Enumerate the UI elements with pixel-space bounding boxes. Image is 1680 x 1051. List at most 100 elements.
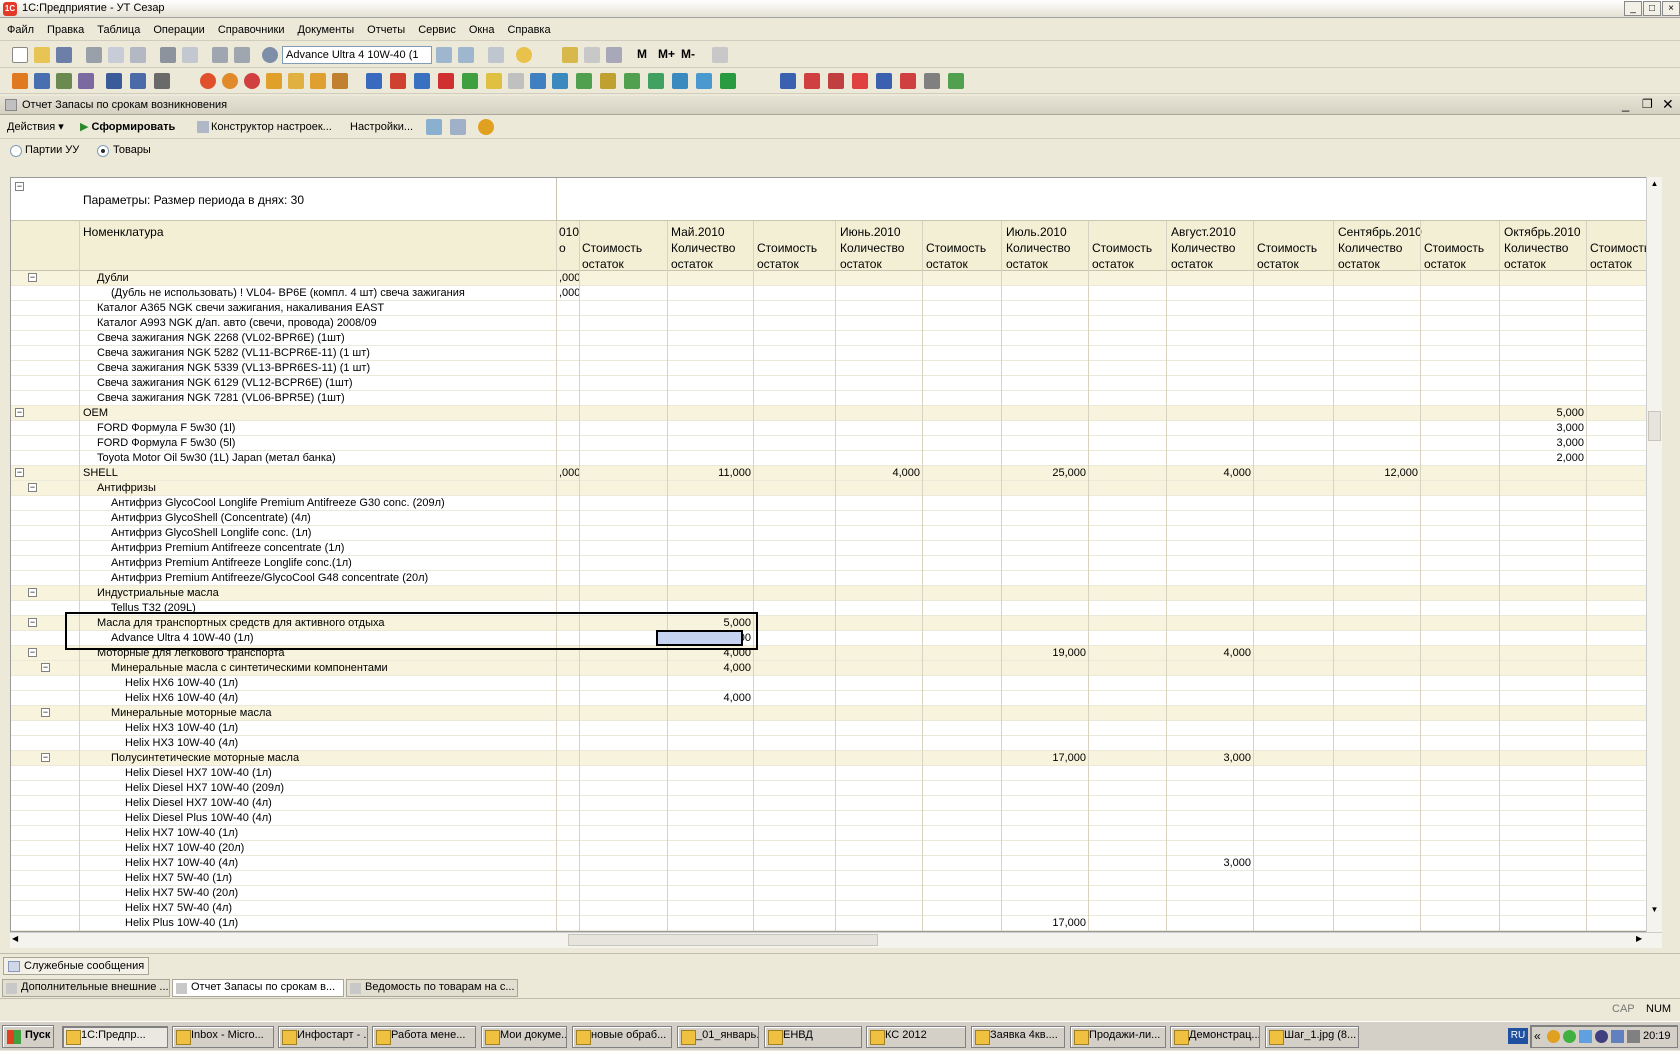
menu-table[interactable]: Таблица [90, 19, 146, 41]
mem-plus-button[interactable]: M+ [658, 47, 675, 61]
cash-icon[interactable] [288, 73, 304, 89]
col-month[interactable]: Сентябрь.2010 [1338, 224, 1422, 240]
table-row[interactable]: Антифриз GlycoShell (Concentrate) (4л) [11, 511, 1655, 526]
taskbar-task[interactable]: КС 2012 [866, 1026, 966, 1048]
group-row[interactable]: − Дубли ,000 [11, 271, 1655, 286]
sales-icon[interactable] [200, 73, 216, 89]
table-row[interactable]: Антифриз Premium Antifreeze Longlife con… [11, 556, 1655, 571]
selected-cell[interactable] [656, 630, 743, 646]
taskbar-task[interactable]: Продажи-ли... [1070, 1026, 1166, 1048]
table-row[interactable]: Helix HX7 5W-40 (1л) [11, 871, 1655, 886]
menu-edit[interactable]: Правка [40, 19, 90, 41]
table-row[interactable]: Свеча зажигания NGK 6129 (VL12-BCPR6E) (… [11, 376, 1655, 391]
contacts-icon[interactable] [804, 73, 820, 89]
table-row[interactable]: Helix HX7 10W-40 (1л) [11, 826, 1655, 841]
table-row[interactable]: Toyota Motor Oil 5w30 (1L) Japan (метал … [11, 451, 1655, 466]
price-icon[interactable] [486, 73, 502, 89]
maximize-button[interactable]: □ [1643, 1, 1661, 16]
table-row[interactable]: Свеча зажигания NGK 7281 (VL06-BPR5E) (1… [11, 391, 1655, 406]
calendar-icon[interactable] [562, 47, 578, 63]
report-close-button[interactable]: ✕ [1662, 96, 1674, 113]
row-qty-value[interactable]: 11,000 [667, 467, 751, 480]
row-qty-value[interactable]: 4,000 [667, 662, 751, 675]
table-row[interactable]: Helix HX7 10W-40 (4л) 3,000 [11, 856, 1655, 871]
taskbar-task[interactable]: Inbox - Micro... [172, 1026, 274, 1048]
radio-batches[interactable] [10, 145, 22, 157]
group-row[interactable]: − OEM 5,000 [11, 406, 1655, 421]
report-icon[interactable] [508, 73, 524, 89]
tray-misc-icon[interactable] [1627, 1030, 1640, 1043]
collapse-icon[interactable]: − [15, 468, 24, 477]
table-row[interactable]: Helix HX3 10W-40 (4л) [11, 736, 1655, 751]
minimize-button[interactable]: _ [1624, 1, 1642, 16]
table-row[interactable]: Каталог A993 NGK д/ап. авто (свечи, пров… [11, 316, 1655, 331]
save-icon[interactable] [56, 47, 72, 63]
col-month[interactable]: Июль.2010 [1006, 224, 1067, 240]
warehouse-icon[interactable] [366, 73, 382, 89]
collapse-icon[interactable]: − [28, 273, 37, 282]
tools-icon[interactable] [606, 47, 622, 63]
tray-app-icon[interactable] [1547, 1030, 1560, 1043]
table-row[interactable]: Helix HX6 10W-40 (1л) [11, 676, 1655, 691]
actions-menu-button[interactable]: Действия ▾ [3, 118, 68, 136]
exchange-icon[interactable] [106, 73, 122, 89]
menu-documents[interactable]: Документы [290, 19, 360, 41]
tasks-icon[interactable] [852, 73, 868, 89]
collapse-icon[interactable]: − [28, 588, 37, 597]
report-minimize-button[interactable]: _ [1622, 97, 1629, 112]
table-row[interactable]: Helix HX3 10W-40 (1л) [11, 721, 1655, 736]
tray-network-icon[interactable] [1579, 1030, 1592, 1043]
row-qty-value[interactable]: 3,000 [1167, 752, 1251, 765]
table-row[interactable]: Антифриз GlycoCool Longlife Premium Anti… [11, 496, 1655, 511]
row-qty-value[interactable]: 3,000 [1500, 437, 1584, 450]
margin-icon[interactable] [648, 73, 664, 89]
print-icon[interactable] [160, 47, 176, 63]
stock-icon[interactable] [600, 73, 616, 89]
return-icon[interactable] [332, 73, 348, 89]
calls-icon[interactable] [828, 73, 844, 89]
report-restore-button[interactable]: ❐ [1642, 97, 1653, 111]
radio-goods[interactable] [97, 145, 109, 157]
group-row[interactable]: − Минеральные моторные масла [11, 706, 1655, 721]
row-qty-value[interactable]: 19,000 [1002, 647, 1086, 660]
receipt-icon[interactable] [462, 73, 478, 89]
sync-icon[interactable] [924, 73, 940, 89]
table-icon[interactable] [130, 73, 146, 89]
balance-icon[interactable] [576, 73, 592, 89]
close-button[interactable]: × [1662, 1, 1680, 16]
row-qty-value[interactable]: 4,000 [836, 467, 920, 480]
export-icon[interactable] [426, 119, 442, 135]
mem-minus-button[interactable]: M- [681, 47, 695, 61]
table-row[interactable]: Helix HX7 5W-40 (20л) [11, 886, 1655, 901]
row-qty-value[interactable]: 4,000 [667, 692, 751, 705]
analysis-icon[interactable] [530, 73, 546, 89]
save-settings-icon[interactable] [450, 119, 466, 135]
debt-icon[interactable] [696, 73, 712, 89]
taskbar-task[interactable]: Шаг_1.jpg (8... [1265, 1026, 1359, 1048]
redo-icon[interactable] [234, 47, 250, 63]
table-row[interactable]: Свеча зажигания NGK 2268 (VL02-BPR6E) (1… [11, 331, 1655, 346]
taskbar-task[interactable]: Работа мене... [372, 1026, 476, 1048]
inventory-icon[interactable] [414, 73, 430, 89]
table-row[interactable]: (Дубль не использовать) ! VL04- BP6E (ко… [11, 286, 1655, 301]
table-row[interactable]: Helix Diesel HX7 10W-40 (209л) [11, 781, 1655, 796]
col-month[interactable]: Май.2010 [671, 224, 725, 240]
table-row[interactable]: Helix HX6 10W-40 (4л) 4,000 [11, 691, 1655, 706]
payment-icon[interactable] [266, 73, 282, 89]
group-row[interactable]: − Антифризы [11, 481, 1655, 496]
new-document-icon[interactable] [12, 47, 28, 63]
events-icon[interactable] [876, 73, 892, 89]
collapse-icon[interactable]: − [41, 708, 50, 717]
cut-icon[interactable] [86, 47, 102, 63]
bank-icon[interactable] [310, 73, 326, 89]
taskbar-task[interactable]: Заявка 4кв.... [971, 1026, 1065, 1048]
menu-file[interactable]: Файл [0, 19, 40, 41]
help-icon[interactable] [478, 119, 494, 135]
tray-volume-icon[interactable] [1611, 1030, 1624, 1043]
mem-button[interactable]: M [637, 47, 647, 61]
service-icon[interactable] [154, 73, 170, 89]
copy-icon[interactable] [108, 47, 124, 63]
collapse-icon[interactable]: − [28, 618, 37, 627]
horizontal-scrollbar[interactable]: ◀ ▶ [10, 932, 1662, 948]
taskbar-task[interactable]: _01_январь... [677, 1026, 759, 1048]
